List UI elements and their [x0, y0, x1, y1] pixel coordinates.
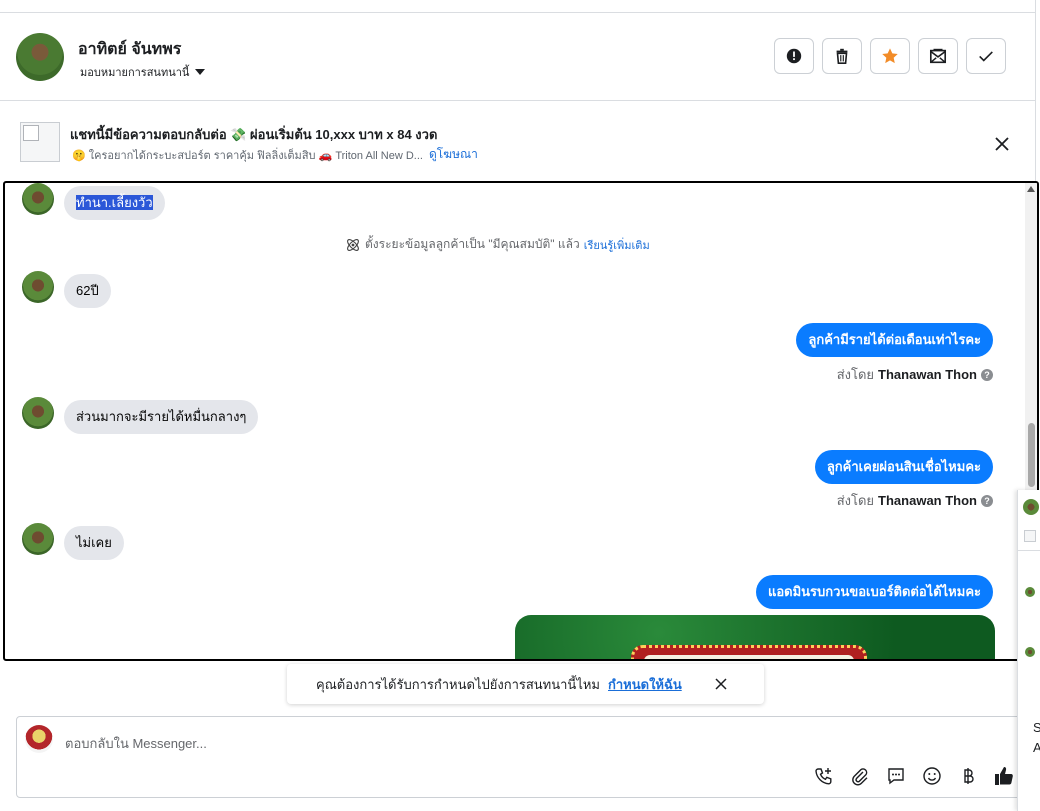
header-actions — [774, 38, 1006, 74]
ad-subtitle-row: 🤫 ใครอยากได้กระบะสปอร์ต ราคาคุ้ม ฟิลลิ่ง… — [72, 145, 478, 164]
chat-bubble-icon — [888, 768, 904, 785]
promo-sign-graphic — [631, 645, 867, 659]
side-avatar — [1023, 499, 1039, 515]
composer-toolbar — [813, 765, 1015, 787]
close-icon — [995, 137, 1009, 151]
paperclip-icon — [852, 768, 868, 786]
saved-replies-button[interactable] — [885, 765, 907, 787]
incoming-message[interactable]: 62ปี — [64, 274, 111, 308]
envelope-icon — [929, 48, 947, 64]
page-avatar — [25, 725, 53, 753]
sent-by-prefix: ส่งโดย — [836, 367, 875, 382]
contact-avatar-small — [22, 523, 54, 555]
mark-done-button[interactable] — [966, 38, 1006, 74]
close-ad-button[interactable] — [990, 132, 1014, 156]
side-thumbnail — [1024, 530, 1036, 542]
sent-by-label: ส่งโดย Thanawan Thon ? — [837, 364, 993, 385]
ad-subtitle: 🤫 ใครอยากได้กระบะสปอร์ต ราคาคุ้ม ฟิลลิ่ง… — [72, 149, 423, 162]
star-icon — [882, 48, 898, 64]
trash-icon — [836, 48, 848, 65]
sent-by-prefix: ส่งโดย — [836, 493, 875, 508]
smiley-icon — [923, 767, 941, 785]
contact-avatar[interactable] — [16, 33, 64, 81]
system-note-text: ตั้งระยะข้อมูลลูกค้าเป็น "มีคุณสมบัติ" แ… — [365, 237, 580, 251]
incoming-message[interactable]: ไม่เคย — [64, 526, 124, 560]
baht-icon — [964, 768, 974, 784]
caret-down-icon — [195, 69, 206, 75]
phone-plus-icon — [815, 768, 832, 785]
side-panel-edge[interactable]: S A — [1017, 490, 1040, 811]
call-button[interactable] — [813, 765, 835, 787]
emoji-button[interactable] — [921, 765, 943, 787]
system-note: ตั้งระยะข้อมูลลูกค้าเป็น "มีคุณสมบัติ" แ… — [345, 235, 650, 254]
outgoing-message[interactable]: แอดมินรบกวนขอเบอร์ติดต่อได้ไหมคะ — [755, 575, 993, 609]
sender-name: Thanawan Thon — [878, 493, 977, 508]
message-thread[interactable]: ทำนา.เลี้ยงวัว ตั้งระยะข้อมูลลูกค้าเป็น … — [3, 181, 1039, 661]
ad-title: แชทนี้มีข้อความตอบกลับต่อ 💸 ผ่อนเริ่มต้น… — [70, 127, 438, 142]
star-button[interactable] — [870, 38, 910, 74]
scroll-thumb[interactable] — [1028, 423, 1035, 487]
incoming-message[interactable]: ทำนา.เลี้ยงวัว — [64, 186, 165, 220]
delete-button[interactable] — [822, 38, 862, 74]
help-icon[interactable]: ? — [981, 494, 993, 507]
ad-context-row: แชทนี้มีข้อความตอบกลับต่อ 💸 ผ่อนเริ่มต้น… — [0, 102, 1036, 180]
reply-input[interactable]: ตอบกลับใน Messenger... — [65, 733, 207, 754]
ad-thumbnail[interactable] — [20, 122, 60, 162]
payment-button[interactable] — [957, 765, 979, 787]
promo-image-message[interactable] — [515, 615, 995, 659]
contact-avatar-small — [22, 183, 54, 215]
close-icon — [715, 678, 727, 690]
sender-name: Thanawan Thon — [878, 367, 977, 382]
mark-spam-button[interactable] — [774, 38, 814, 74]
alert-icon — [786, 48, 802, 64]
contact-avatar-small — [22, 397, 54, 429]
selected-text: ทำนา.เลี้ยงวัว — [76, 195, 153, 210]
like-button[interactable] — [993, 765, 1015, 787]
incoming-message[interactable]: ส่วนมากจะมีรายได้หมื่นกลางๆ — [64, 400, 259, 434]
assign-prompt: คุณต้องการได้รับการกำหนดไปยังการสนทนานี้… — [287, 664, 764, 704]
side-avatar — [1025, 587, 1035, 597]
sent-by-label: ส่งโดย Thanawan Thon ? — [837, 490, 993, 511]
outgoing-message[interactable]: ลูกค้าเคยผ่อนสินเชื่อไหมคะ — [814, 450, 993, 484]
atom-icon — [347, 238, 359, 251]
attach-button[interactable] — [849, 765, 871, 787]
assign-label: มอบหมายการสนทนานี้ — [80, 67, 190, 79]
side-avatar — [1025, 647, 1035, 657]
assign-dropdown[interactable]: มอบหมายการสนทนานี้ — [80, 63, 206, 81]
conversation-header: อาทิตย์ จันทพร มอบหมายการสนทนานี้ — [0, 13, 1036, 101]
assign-to-me-link[interactable]: กำหนดให้ฉัน — [608, 674, 682, 695]
help-icon[interactable]: ? — [981, 368, 993, 381]
side-text: S — [1033, 720, 1040, 735]
side-text: A — [1033, 740, 1040, 755]
close-prompt-button[interactable] — [713, 676, 729, 692]
reply-composer: ตอบกลับใน Messenger... — [16, 716, 1036, 798]
assign-prompt-text: คุณต้องการได้รับการกำหนดไปยังการสนทนานี้… — [316, 676, 600, 692]
mark-unread-button[interactable] — [918, 38, 958, 74]
contact-name[interactable]: อาทิตย์ จันทพร — [78, 37, 181, 62]
outgoing-message[interactable]: ลูกค้ามีรายได้ต่อเดือนเท่าไรคะ — [796, 323, 993, 357]
side-divider — [1018, 550, 1040, 551]
check-icon — [979, 51, 993, 62]
view-ad-link[interactable]: ดูโฆษณา — [429, 145, 478, 164]
scroll-up-arrow-icon[interactable] — [1027, 186, 1035, 192]
learn-more-link[interactable]: เรียนรู้เพิ่มเติม — [584, 236, 650, 254]
thumbs-up-icon — [995, 767, 1013, 785]
contact-avatar-small — [22, 271, 54, 303]
